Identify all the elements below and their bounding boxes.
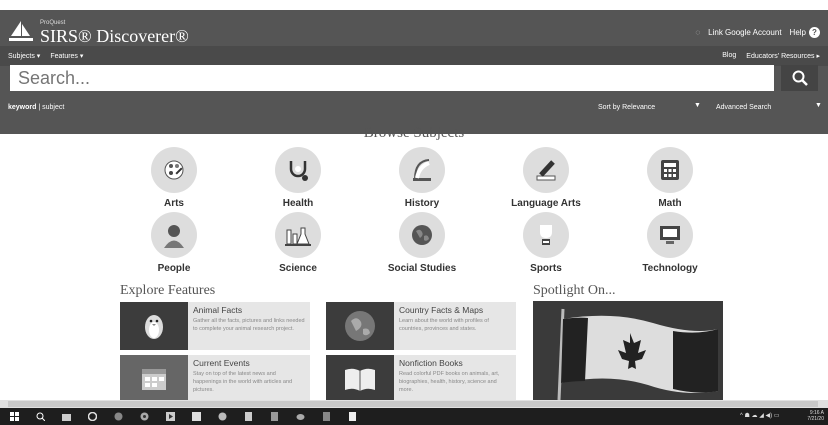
calendar-icon <box>120 355 188 403</box>
subject-health[interactable]: Health <box>248 147 348 209</box>
feature-desc: Read colorful PDF books on animals, art,… <box>399 371 500 393</box>
horizontal-scrollbar[interactable] <box>0 400 828 408</box>
clock-date: 7/21/20 <box>807 416 824 422</box>
globe-icon <box>399 212 445 258</box>
notes-icon[interactable] <box>244 412 253 421</box>
penguin-icon <box>120 302 188 350</box>
brand-name: SIRS® Discoverer® <box>40 26 189 46</box>
sort-dropdown-icon[interactable]: ▼ <box>694 102 701 109</box>
feature-desc: Learn about the world with profiles of c… <box>399 318 489 332</box>
search-input[interactable] <box>10 65 760 91</box>
feature-title: Nonfiction Books <box>399 358 463 368</box>
media-player-icon[interactable] <box>166 412 175 421</box>
system-tray-icons[interactable]: ^ ☗ ☁ ◢ ◀) ▭ <box>740 412 779 419</box>
mode-subject[interactable]: subject <box>42 104 64 111</box>
palette-icon <box>151 147 197 193</box>
subject-label: Technology <box>642 263 698 274</box>
open-book-icon <box>326 355 394 403</box>
browser-top-strip <box>0 0 828 10</box>
windows-start-icon[interactable] <box>10 412 19 421</box>
help-icon: ? <box>809 27 820 38</box>
subject-math[interactable]: Math <box>620 147 720 209</box>
feature-title: Animal Facts <box>193 305 243 315</box>
search-icon[interactable] <box>36 412 45 421</box>
clock[interactable]: 9:16 A 7/21/20 <box>807 410 824 422</box>
subject-label: Science <box>279 263 317 274</box>
google-icon: ◌ <box>695 28 701 37</box>
search-box <box>10 65 774 91</box>
nav-bar: Subjects ▾ Features ▾ Blog Educators' Re… <box>0 46 828 66</box>
search-options: keyword | subject Sort by Relevance ▼ Ad… <box>0 98 828 124</box>
edge-icon[interactable] <box>88 412 97 421</box>
subject-arts[interactable]: Arts <box>124 147 224 209</box>
scroll-icon <box>399 147 445 193</box>
browse-subjects-title: Browse Subjects <box>363 125 465 141</box>
canada-flag-image <box>533 301 723 400</box>
globe-icon <box>326 302 394 350</box>
app-icon[interactable] <box>192 412 201 421</box>
camera-icon[interactable] <box>218 412 227 421</box>
subject-sports[interactable]: Sports <box>496 212 596 274</box>
feature-current-events[interactable]: Current Events Stay on top of the latest… <box>120 355 310 403</box>
subject-label: Health <box>282 198 314 209</box>
help-link[interactable]: Help? <box>790 27 820 38</box>
nav-features[interactable]: Features ▾ <box>50 52 83 60</box>
advanced-search-link[interactable]: Advanced Search <box>716 104 771 111</box>
document-icon[interactable] <box>348 412 357 421</box>
trophy-icon <box>523 212 569 258</box>
feature-desc: Stay on top of the latest news and happe… <box>193 371 293 393</box>
spotlight-image[interactable] <box>533 301 723 400</box>
subject-label: Sports <box>530 263 562 274</box>
feature-animal-facts[interactable]: Animal Facts Gather all the facts, pictu… <box>120 302 310 350</box>
calculator-icon[interactable] <box>270 412 279 421</box>
file-explorer-icon[interactable] <box>62 412 71 421</box>
help-label: Help <box>789 28 806 37</box>
lab-icon <box>275 212 321 258</box>
spotlight-title: Spotlight On... <box>533 283 616 298</box>
subject-technology[interactable]: Technology <box>620 212 720 274</box>
sailboat-logo-icon <box>9 21 33 41</box>
subject-label: Arts <box>163 198 184 209</box>
nav-subjects[interactable]: Subjects ▾ <box>8 52 40 60</box>
subject-label: Social Studies <box>387 263 457 274</box>
firefox-icon[interactable] <box>114 412 123 421</box>
nav-educators-resources[interactable]: Educators' Resources ▸ <box>746 52 820 60</box>
subject-history[interactable]: History <box>372 147 472 209</box>
nav-blog[interactable]: Blog <box>722 52 736 60</box>
advanced-dropdown-icon[interactable]: ▼ <box>815 102 822 109</box>
mode-separator: | <box>38 104 41 111</box>
stethoscope-icon <box>275 147 321 193</box>
monitor-icon <box>647 212 693 258</box>
chrome-icon[interactable] <box>140 412 149 421</box>
subject-people[interactable]: People <box>124 212 224 274</box>
logo[interactable]: ProQuest SIRS® Discoverer® <box>8 20 189 45</box>
sort-select[interactable]: Sort by Relevance <box>598 104 655 111</box>
subject-label: History <box>404 198 440 209</box>
calculator-icon <box>647 147 693 193</box>
explore-features-title: Explore Features <box>120 283 216 298</box>
subject-language-arts[interactable]: Language Arts <box>496 147 596 209</box>
feature-country-facts[interactable]: Country Facts & Maps Learn about the wor… <box>326 302 516 350</box>
subject-label: Math <box>658 198 682 209</box>
feature-title: Country Facts & Maps <box>399 305 484 315</box>
feature-title: Current Events <box>193 358 250 368</box>
link-google-link[interactable]: Link Google Account <box>708 28 781 37</box>
pdf-icon[interactable] <box>322 412 331 421</box>
subject-label: People <box>157 263 191 274</box>
subject-science[interactable]: Science <box>248 212 348 274</box>
mode-keyword[interactable]: keyword <box>8 104 36 111</box>
subject-social-studies[interactable]: Social Studies <box>372 212 472 274</box>
search-button[interactable] <box>781 65 818 91</box>
taskbar: ^ ☗ ☁ ◢ ◀) ▭ 9:16 A 7/21/20 <box>0 408 828 425</box>
cloud-icon[interactable] <box>296 412 305 421</box>
scrollbar-thumb[interactable] <box>8 401 818 407</box>
feature-desc: Gather all the facts, pictures and links… <box>193 318 305 332</box>
subject-label: Language Arts <box>511 198 581 209</box>
search-icon <box>792 70 808 86</box>
person-icon <box>151 212 197 258</box>
feature-nonfiction-books[interactable]: Nonfiction Books Read colorful PDF books… <box>326 355 516 403</box>
pen-icon <box>523 147 569 193</box>
